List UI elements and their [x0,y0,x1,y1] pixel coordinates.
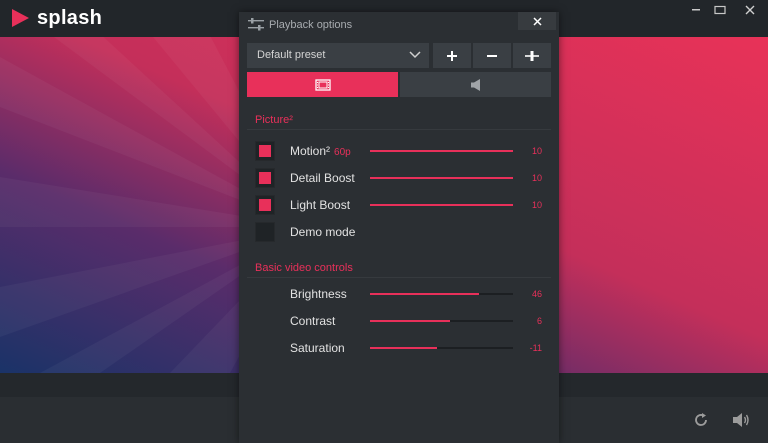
volume-button[interactable] [726,405,756,435]
slider-fill [370,150,513,152]
detail-boost-checkbox[interactable] [255,168,275,188]
slider-value: 10 [531,200,542,210]
preset-row: Default preset [247,43,551,68]
remove-preset-button[interactable] [473,43,511,68]
dialog-close-button[interactable] [518,12,556,30]
maximize-button[interactable] [708,0,732,20]
close-button[interactable] [732,0,768,20]
option-demo-mode: Demo mode [255,222,545,242]
section-basic-title: Basic video controls [255,262,353,274]
option-light-boost: Light Boost 10 [255,195,545,215]
tab-audio[interactable] [400,72,551,97]
option-label: Detail Boost [290,171,355,185]
motion-checkbox[interactable] [255,141,275,161]
brightness-slider[interactable] [370,293,513,295]
repeat-icon [695,413,707,426]
app-logo: splash [12,7,103,29]
slider-fill [370,204,513,206]
option-motion: Motion² 60p 10 [255,141,545,161]
control-saturation: Saturation -11 [255,338,545,358]
close-icon [745,5,755,15]
slider-fill [370,320,451,322]
preset-selected: Default preset [257,49,326,61]
section-divider [247,129,551,130]
section-divider [247,277,551,278]
logo-text: splash [37,7,103,29]
contrast-slider[interactable] [370,320,513,322]
sliders-icon [248,18,264,36]
control-contrast: Contrast 6 [255,311,545,331]
slider-value: 10 [531,146,542,156]
adjust-preset-button[interactable] [513,43,551,68]
control-label: Brightness [290,287,347,301]
minimize-button[interactable] [684,0,708,20]
chevron-down-icon [409,51,421,59]
slider-value: 6 [536,316,542,326]
light-boost-checkbox[interactable] [255,195,275,215]
window-controls [684,0,768,20]
slider-adjust-icon [525,50,539,61]
slider-fill [370,347,438,349]
slider-fill [370,293,479,295]
detail-boost-slider[interactable] [370,177,513,179]
motion-slider[interactable] [370,150,513,152]
tab-video[interactable] [247,72,398,97]
slider-value: -11 [529,343,542,353]
option-label: Demo mode [290,225,356,239]
minus-icon [487,54,497,57]
plus-icon [447,50,457,61]
option-detail-boost: Detail Boost 10 [255,168,545,188]
demo-mode-checkbox[interactable] [255,222,275,242]
dialog-title: Playback options [269,19,353,31]
tab-bar [247,72,551,97]
preset-dropdown[interactable]: Default preset [247,43,429,68]
slider-fill [370,177,513,179]
control-label: Contrast [290,314,336,328]
motion-fps-label: 60p [334,147,351,158]
slider-value: 46 [531,289,542,299]
slider-value: 10 [531,173,542,183]
volume-icon [733,413,749,427]
control-label: Saturation [290,341,345,355]
add-preset-button[interactable] [433,43,471,68]
minimize-icon [692,9,700,11]
close-icon [532,16,542,26]
option-label: Light Boost [290,198,351,212]
speaker-icon [470,78,480,91]
play-logo-icon [12,9,29,27]
film-icon [314,78,331,91]
maximize-icon [714,5,726,15]
section-picture-title: Picture² [255,114,293,126]
repeat-button[interactable] [686,405,716,435]
saturation-slider[interactable] [370,347,513,349]
playback-options-dialog: Playback options Default preset Picture²… [239,12,559,443]
option-label: Motion² 60p [290,144,351,158]
control-brightness: Brightness 46 [255,284,545,304]
light-boost-slider[interactable] [370,204,513,206]
